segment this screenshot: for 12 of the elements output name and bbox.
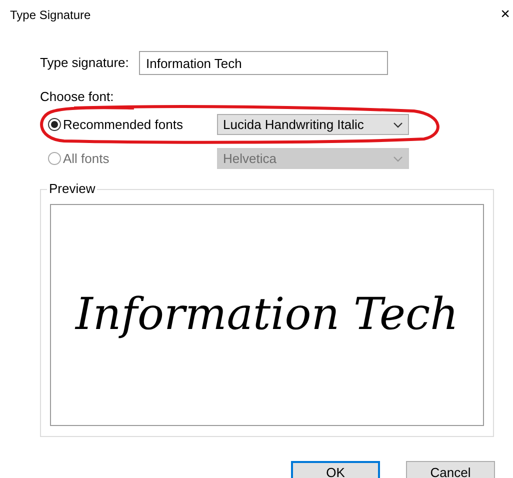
font-dropdown[interactable]: Lucida Handwriting Italic [217,114,409,135]
window-title: Type Signature [10,7,91,24]
signature-preview: Information Tech [75,288,458,342]
dialog-button[interactable]: OK [291,461,380,478]
close-button[interactable]: × [500,7,510,23]
caret-icon [393,122,403,128]
field-label: Type signature: [40,54,130,72]
radio-option[interactable]: Recommended fonts [40,114,217,134]
dialog-button[interactable]: Cancel [406,461,495,478]
signature-field[interactable]: Information Tech [139,51,388,75]
group-label: Choose font: [40,89,115,105]
caret-icon [393,156,403,162]
